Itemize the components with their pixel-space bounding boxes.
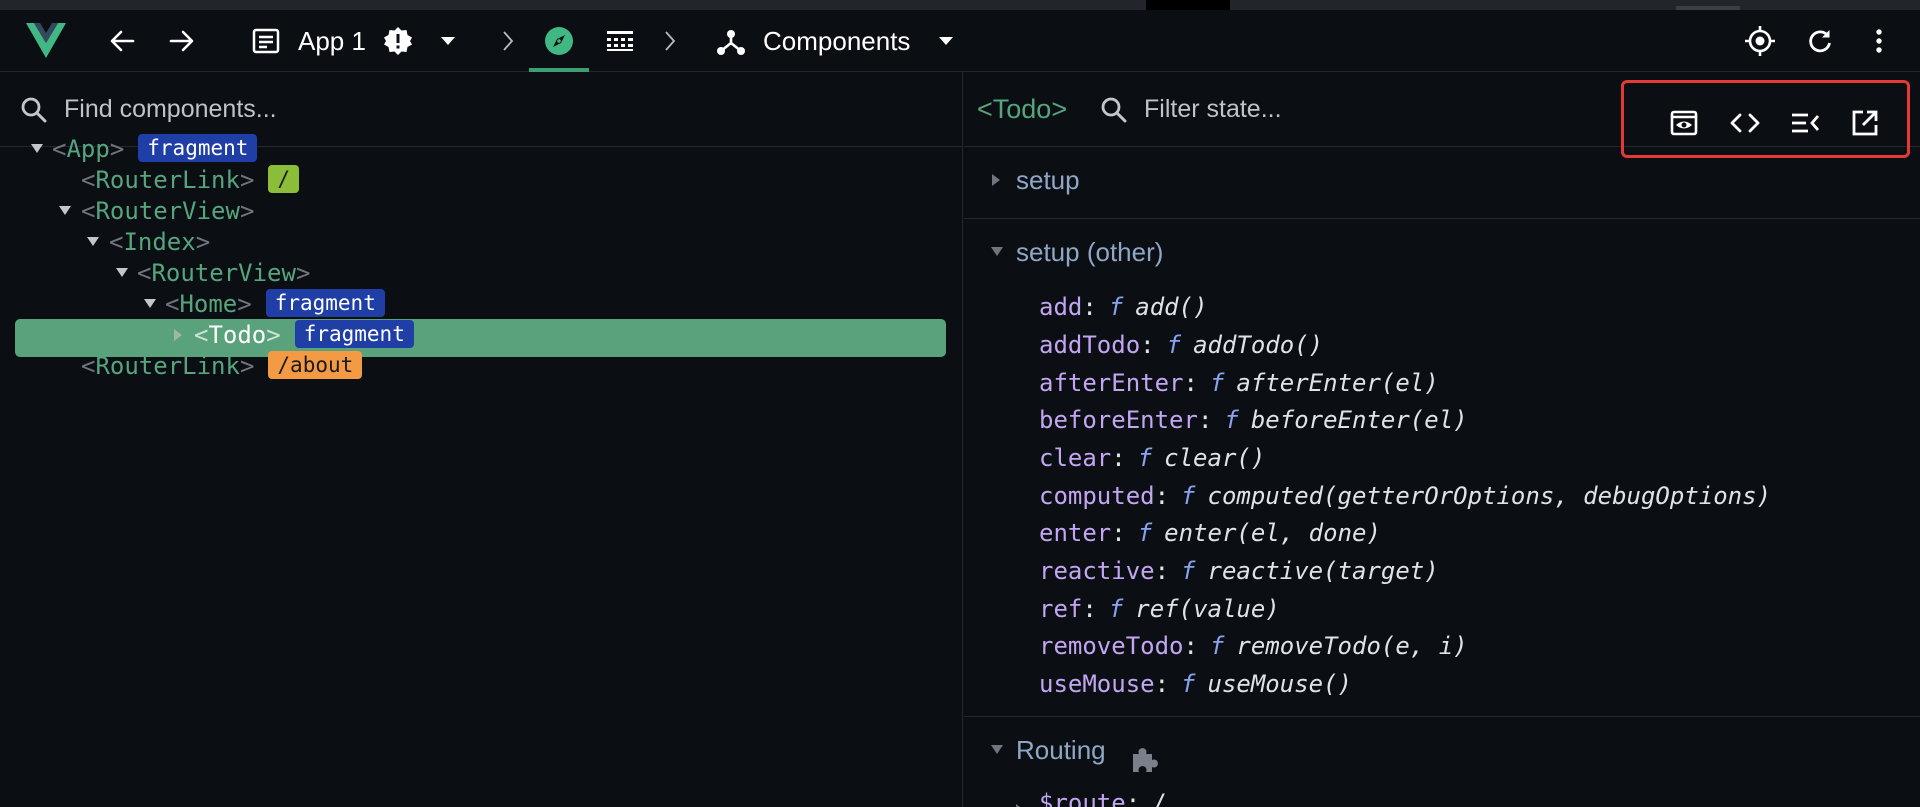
state-prop-row[interactable]: beforeEnter: f beforeEnter(el)	[1039, 401, 1468, 439]
window-top-strip	[0, 0, 1920, 10]
filter-state-input[interactable]: Filter state...	[1144, 72, 1282, 147]
timeline-icon[interactable]	[602, 10, 638, 72]
action-buttons-highlight	[1621, 80, 1910, 158]
route-badge: /	[268, 165, 300, 193]
search-icon	[20, 96, 48, 129]
more-options-icon[interactable]	[1864, 10, 1894, 72]
app-window-icon	[250, 10, 282, 72]
tree-node-app-name: App	[66, 135, 110, 163]
state-prop-row[interactable]: ref: f ref(value)	[1039, 590, 1280, 628]
open-in-editor-icon[interactable]	[1847, 105, 1883, 141]
fragment-badge: fragment	[138, 134, 258, 162]
fragment-badge: fragment	[265, 289, 385, 317]
scroll-to-component-icon[interactable]	[1666, 105, 1702, 141]
components-dropdown-icon[interactable]	[934, 10, 958, 72]
fragment-badge: fragment	[294, 320, 414, 348]
component-state-panel: <Todo> Filter state... setup setup (othe…	[964, 72, 1920, 807]
forward-arrow-icon[interactable]	[164, 10, 200, 72]
state-prop-row[interactable]: computed: f computed(getterOrOptions, debu…	[1039, 477, 1771, 515]
components-selector-label[interactable]: Components	[763, 10, 910, 72]
breadcrumb-chevron-icon	[496, 10, 520, 72]
app-dropdown-icon[interactable]	[436, 10, 460, 72]
show-render-code-icon[interactable]	[1787, 105, 1823, 141]
inspected-component-name: <Todo>	[977, 94, 1068, 124]
routing-route-row[interactable]: $route: /	[1014, 784, 1167, 807]
section-setup-other[interactable]: setup (other)	[964, 220, 1920, 284]
breadcrumb-chevron-icon	[658, 10, 682, 72]
warning-badge-icon	[382, 10, 414, 72]
component-tree-icon	[714, 10, 748, 72]
search-icon	[1100, 96, 1128, 129]
state-prop-row[interactable]: enter: f enter(el, done)	[1039, 514, 1381, 552]
vue-logo-icon	[24, 10, 68, 72]
compass-icon[interactable]	[540, 10, 578, 72]
state-prop-row[interactable]: reactive: f reactive(target)	[1039, 552, 1439, 590]
state-prop-row[interactable]: clear: f clear()	[1039, 439, 1265, 477]
section-routing[interactable]: Routing	[964, 718, 1920, 782]
back-arrow-icon[interactable]	[104, 10, 140, 72]
state-prop-row[interactable]: useMouse: f useMouse()	[1039, 665, 1352, 703]
app-selector-label[interactable]: App 1	[298, 10, 366, 72]
state-prop-row[interactable]: afterEnter: f afterEnter(el)	[1039, 364, 1439, 402]
state-prop-row[interactable]: add: f add()	[1039, 288, 1208, 326]
refresh-icon[interactable]	[1802, 10, 1838, 72]
main-toolbar: App 1 Components	[0, 10, 1920, 72]
state-prop-row[interactable]: addTodo: f addTodo()	[1039, 326, 1323, 364]
component-tree-panel: Find components... <App> fragment <Router…	[0, 72, 963, 807]
state-prop-row[interactable]: removeTodo: f removeTodo(e, i)	[1039, 627, 1468, 665]
select-component-target-icon[interactable]	[1740, 10, 1780, 72]
route-badge: /about	[268, 351, 363, 379]
inspect-dom-code-icon[interactable]	[1727, 105, 1763, 141]
section-setup[interactable]: setup	[964, 148, 1920, 212]
